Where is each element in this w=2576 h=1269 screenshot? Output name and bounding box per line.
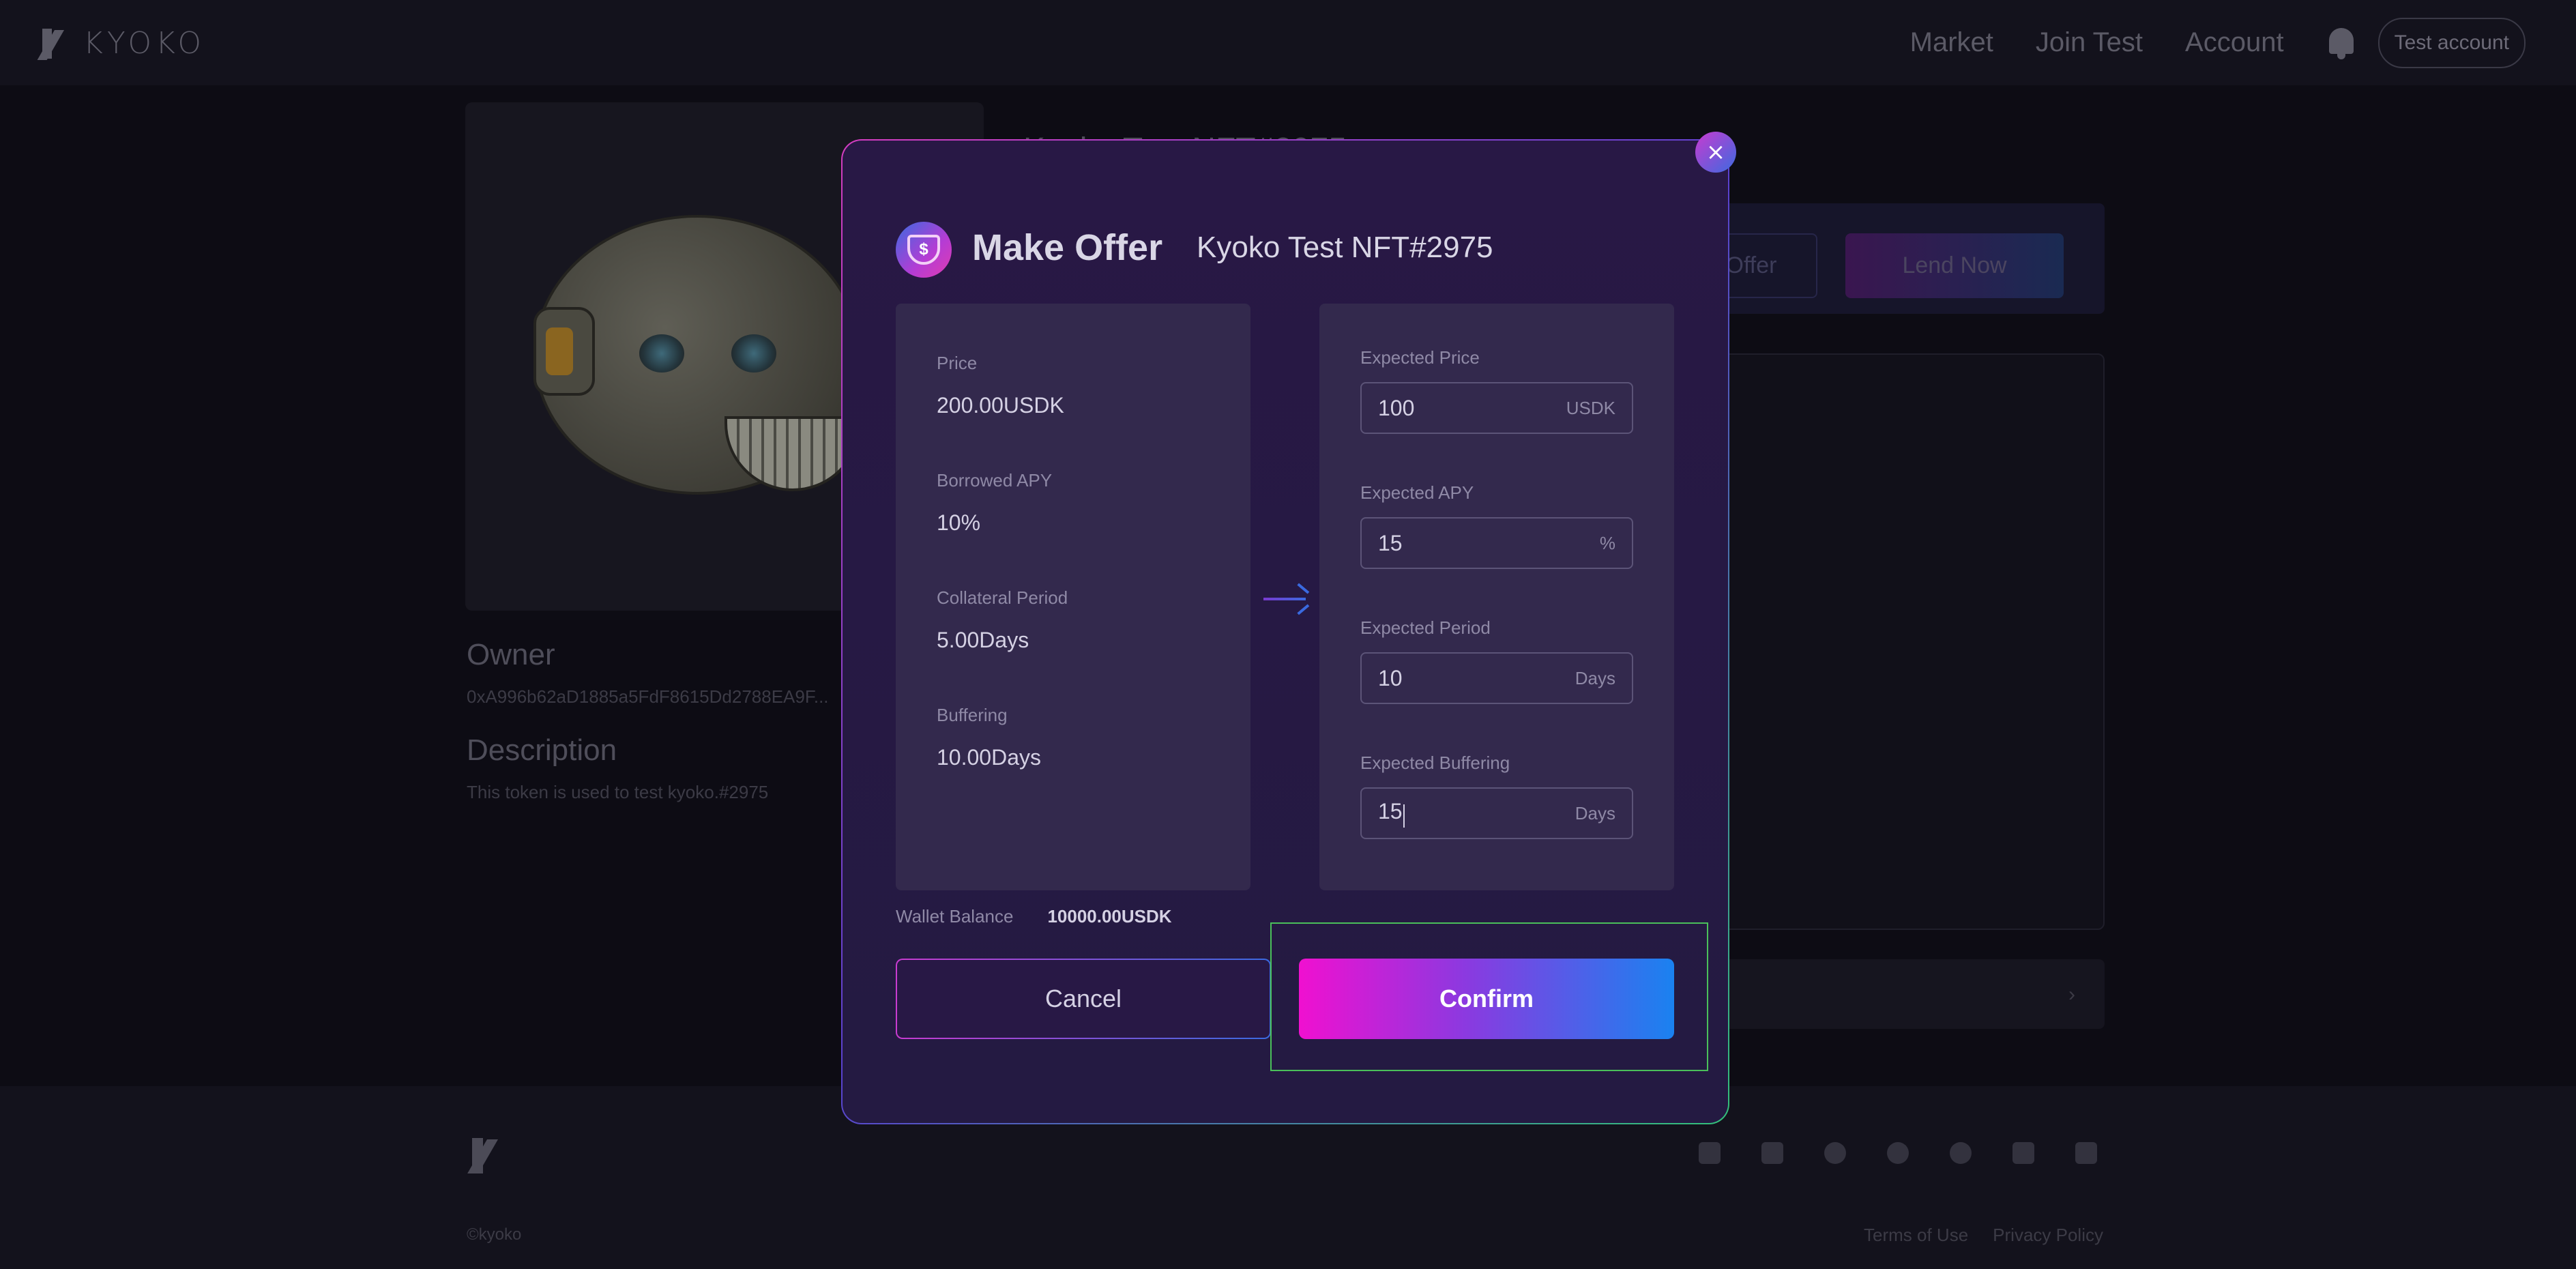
input-value[interactable]: 10 [1378,666,1403,691]
nft-image-eye [639,334,684,373]
stat-price: Price 200.00USDK [937,353,1064,418]
owner-address[interactable]: 0xA996b62aD1885a5FdF8615Dd2788EA9F... [467,686,829,708]
expected-buffering-field: Expected Buffering 15 Days [1360,753,1633,839]
medium-icon[interactable] [1824,1142,1846,1164]
expected-terms-panel: Expected Price 100 USDK Expected APY 15 … [1319,304,1674,890]
nft-image-ear-detail [546,327,573,375]
expected-apy-field: Expected APY 15 % [1360,482,1633,569]
stat-buffering: Buffering 10.00Days [937,705,1041,770]
input-unit: Days [1575,667,1615,688]
input-value[interactable]: 15 [1378,799,1403,823]
modal-title: Make Offer [972,227,1163,268]
lend-now-button[interactable]: Lend Now [1845,233,2064,298]
input-value-wrap[interactable]: 15 [1378,799,1405,828]
expected-price-input[interactable]: 100 USDK [1360,382,1633,434]
wallet-label: Wallet Balance [896,906,1014,927]
nft-image-eye [731,334,776,373]
stat-label: Collateral Period [937,587,1068,608]
stat-label: Borrowed APY [937,470,1053,491]
field-label: Expected Period [1360,617,1491,638]
expected-buffering-input[interactable]: 15 Days [1360,787,1633,839]
input-value[interactable]: 15 [1378,531,1403,556]
gitbook-icon[interactable] [2075,1142,2097,1164]
nav-account[interactable]: Account [2185,27,2284,58]
close-icon[interactable]: × [1695,132,1736,173]
social-links [1699,1142,2097,1164]
footer-links: Terms of Use Privacy Policy [1864,1225,2103,1246]
cancel-button[interactable]: Cancel [896,959,1271,1039]
stat-value: 200.00USDK [937,393,1064,418]
expected-apy-input[interactable]: 15 % [1360,517,1633,569]
twitter-icon[interactable] [1699,1142,1721,1164]
expected-period-field: Expected Period 10 Days [1360,617,1633,704]
github-icon[interactable] [1950,1142,1972,1164]
logo-text: KYOKO [83,26,206,61]
kyoko-logo-icon [37,28,74,60]
nav-join-test[interactable]: Join Test [2036,27,2143,58]
input-unit: Days [1575,802,1615,823]
input-unit: % [1599,532,1615,553]
arrow-right-icon [1263,583,1310,615]
current-terms-panel: Price 200.00USDK Borrowed APY 10% Collat… [896,304,1250,890]
wallet-balance: Wallet Balance 10000.00USDK [896,906,1172,927]
input-unit: USDK [1566,397,1615,418]
bell-icon[interactable] [2326,27,2356,59]
docs-icon[interactable] [1761,1142,1783,1164]
owner-heading: Owner [467,638,555,671]
field-label: Expected APY [1360,482,1474,503]
test-account-button[interactable]: Test account [2377,17,2526,68]
stat-value: 5.00Days [937,628,1029,652]
stat-collateral-period: Collateral Period 5.00Days [937,587,1068,653]
nav-market[interactable]: Market [1910,27,1993,58]
wallet-amount: 10000.00USDK [1047,906,1172,927]
expected-price-field: Expected Price 100 USDK [1360,347,1633,434]
input-value[interactable]: 100 [1378,396,1414,421]
stat-value: 10.00Days [937,745,1041,770]
text-caret [1403,804,1405,828]
stat-label: Price [937,353,978,373]
stat-value: 10% [937,510,981,535]
footer-logo-icon[interactable] [467,1138,510,1173]
description-text: This token is used to test kyoko.#2975 [467,782,769,802]
stat-borrowed-apy: Borrowed APY 10% [937,470,1052,536]
privacy-link[interactable]: Privacy Policy [1993,1225,2103,1246]
top-header: KYOKO Market Join Test Account Test acco… [0,0,2576,85]
discord-icon[interactable] [2012,1142,2034,1164]
description-heading: Description [467,733,617,767]
expected-period-input[interactable]: 10 Days [1360,652,1633,704]
terms-link[interactable]: Terms of Use [1864,1225,1968,1246]
stat-label: Buffering [937,705,1008,725]
telegram-icon[interactable] [1887,1142,1909,1164]
modal-nft-name: Kyoko Test NFT#2975 [1197,231,1493,264]
copyright: ©kyoko [467,1225,522,1244]
chevron-right-icon[interactable]: › [2068,983,2075,1006]
field-label: Expected Buffering [1360,753,1510,773]
field-label: Expected Price [1360,347,1480,368]
confirm-button[interactable]: Confirm [1299,959,1674,1039]
offer-badge-icon: $ [896,222,952,278]
kyoko-logo[interactable]: KYOKO [37,26,206,61]
main-nav: Market Join Test Account Test account [1910,0,2576,85]
